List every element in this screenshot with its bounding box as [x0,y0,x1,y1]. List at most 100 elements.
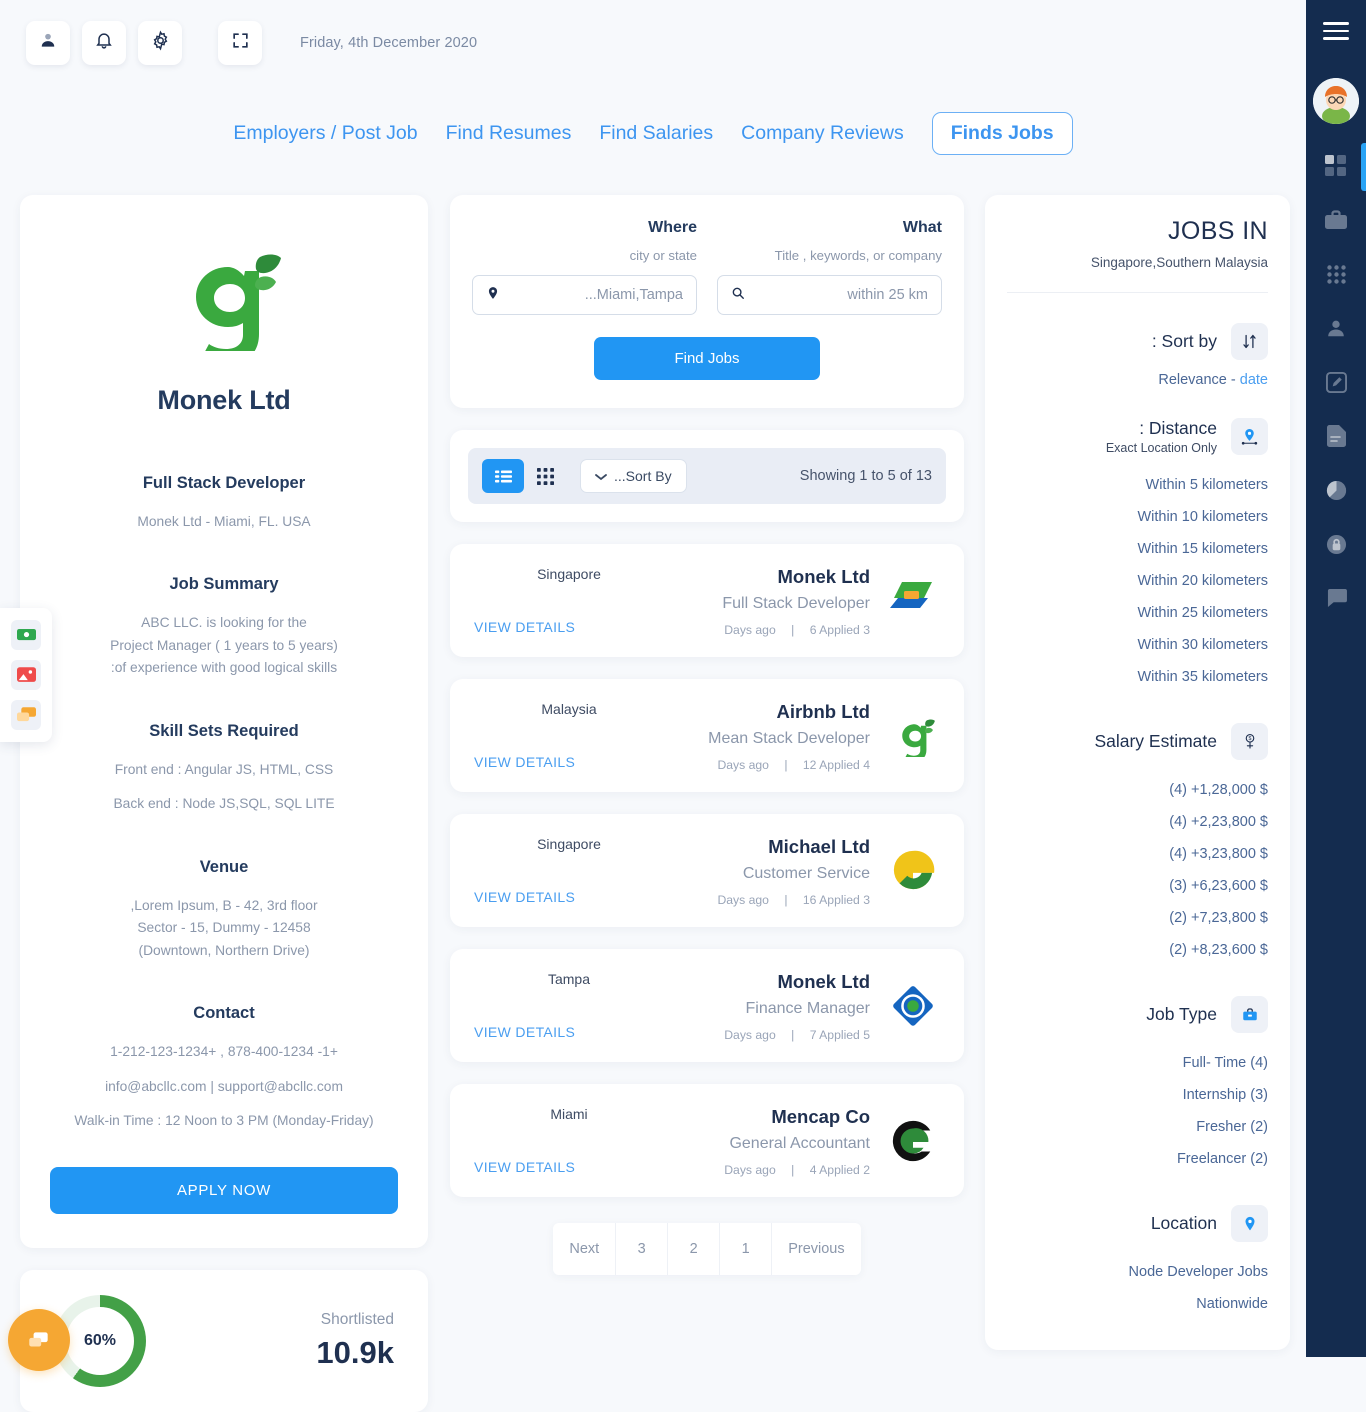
job-type-options: Full- Time (4) Internship (3) Fresher (2… [1007,1047,1268,1175]
job-summary-line: :of experience with good logical skills [110,660,338,676]
arrow-green-blue-logo [886,566,940,612]
shortlisted-card: 60% Shortlisted 10.9k [8,1269,428,1412]
list-item[interactable]: (4) +2,23,800 $ [1007,806,1268,838]
what-input[interactable]: within 25 km [717,275,942,315]
settings-button[interactable] [138,20,182,65]
chat-bubble-overlay[interactable] [8,1308,70,1371]
dashboard-icon[interactable] [1324,154,1348,178]
list-item[interactable]: Within 10 kilometers [1007,501,1268,533]
view-details-link[interactable]: VIEW DETAILS [474,1024,664,1040]
table-row[interactable]: Tampa VIEW DETAILS Monek Ltd Finance Man… [450,949,964,1062]
nav-find-resumes[interactable]: Find Resumes [446,122,572,145]
nav-find-salaries[interactable]: Find Salaries [599,122,713,145]
briefcase-icon[interactable] [1324,208,1348,232]
nav-employers-post-job[interactable]: Employers / Post Job [233,122,417,145]
salary-icon[interactable]: $ [1231,723,1268,760]
list-item[interactable]: Internship (3) [1007,1079,1268,1111]
table-row[interactable]: Singapore VIEW DETAILS Michael Ltd Custo… [450,814,964,927]
list-item[interactable]: Within 25 kilometers [1007,597,1268,629]
list-item[interactable]: Within 35 kilometers [1007,661,1268,693]
job-company: Monek Ltd [777,971,871,992]
job-company: Airbnb Ltd [776,701,870,722]
list-item[interactable]: Within 15 kilometers [1007,533,1268,565]
list-item[interactable]: (2) +7,23,800 $ [1007,902,1268,934]
job-applied: 12 Applied 4 [802,758,870,772]
notifications-button[interactable] [82,20,126,65]
apps-grid-icon[interactable] [1324,262,1348,286]
contact-title: Contact [193,1004,255,1023]
view-details-link[interactable]: VIEW DETAILS [474,619,664,635]
job-location: Singapore [537,566,601,582]
sort-by-dropdown[interactable]: ...Sort By [580,459,687,493]
view-details-link[interactable]: VIEW DETAILS [474,889,664,905]
sort-by-options[interactable]: Relevance - date [1007,372,1268,388]
pagination-page-1[interactable]: 1 [720,1223,773,1275]
shortlisted-stats: Shortlisted 10.9k [316,1311,394,1371]
nav-company-reviews[interactable]: Company Reviews [741,122,904,145]
view-details-link[interactable]: VIEW DETAILS [474,1159,664,1175]
grid-view-button[interactable] [524,459,566,493]
job-title: Mean Stack Developer [708,730,870,747]
user-button[interactable] [26,20,70,65]
sort-by-section: : Sort by Relevance - date [1007,323,1268,388]
chat-icon [16,706,36,721]
pagination-previous[interactable]: Previous [772,1223,861,1275]
green-g-leaf-logo [196,254,281,351]
what-input-value: within 25 km [847,287,928,303]
list-item[interactable]: (4) +3,23,800 $ [1007,838,1268,870]
list-item[interactable]: Full- Time (4) [1007,1047,1268,1079]
list-item[interactable]: Fresher (2) [1007,1111,1268,1143]
job-days: Days ago [717,758,769,772]
edit-icon[interactable] [1324,370,1348,394]
apply-now-button[interactable]: APPLY NOW [50,1166,398,1214]
list-item[interactable]: (4) +1,28,000 $ [1007,774,1268,806]
avatar[interactable] [1313,78,1359,124]
list-item[interactable]: Within 20 kilometers [1007,565,1268,597]
chat-icon[interactable] [1324,586,1348,610]
list-item[interactable]: Nationwide [1007,1288,1268,1320]
nav-finds-jobs[interactable]: Finds Jobs [931,112,1073,155]
job-title: Customer Service [742,865,870,882]
job-type-title: Job Type [1146,1004,1217,1024]
list-item[interactable]: Freelancer (2) [1007,1143,1268,1175]
money-widget-button[interactable] [11,620,41,650]
sort-arrows-icon[interactable] [1231,323,1268,360]
image-widget-button[interactable] [11,660,41,690]
pagination-page-2[interactable]: 2 [668,1223,721,1275]
lock-icon[interactable] [1324,532,1348,556]
floating-widget-bar [0,608,52,742]
briefcase-icon[interactable] [1231,996,1268,1033]
view-details-link[interactable]: VIEW DETAILS [474,754,664,770]
table-row[interactable]: Singapore VIEW DETAILS Monek Ltd Full St… [450,544,964,657]
pie-chart-icon[interactable] [1324,478,1348,502]
job-summary-line: Project Manager ( 1 years to 5 years) [110,637,338,653]
sort-date[interactable]: date [1240,372,1268,388]
location-section: Location Node Developer Jobs Nationwide [1007,1205,1268,1320]
list-item[interactable]: (2) +8,23,600 $ [1007,934,1268,966]
list-item[interactable]: Within 30 kilometers [1007,629,1268,661]
document-icon[interactable] [1324,424,1348,448]
contact-email: info@abcllc.com | support@abcllc.com [105,1078,343,1094]
list-item[interactable]: Node Developer Jobs [1007,1256,1268,1288]
job-title: Finance Manager [745,1000,870,1017]
skills-line: Front end : Angular JS, HTML, CSS [114,761,334,777]
list-item[interactable]: Within 5 kilometers [1007,469,1268,501]
svg-text:$: $ [1248,736,1251,742]
table-row[interactable]: Miami VIEW DETAILS Mencap Co General Acc… [450,1084,964,1197]
list-item[interactable]: (3) +6,23,600 $ [1007,870,1268,902]
pagination: Next 3 2 1 Previous [450,1223,964,1275]
table-row[interactable]: Malaysia VIEW DETAILS Airbnb Ltd Mean St… [450,679,964,792]
where-input[interactable]: ...Miami,Tampa [472,275,697,315]
fullscreen-button[interactable] [218,20,262,65]
chat-widget-button[interactable] [11,700,41,730]
find-jobs-button[interactable]: Find Jobs [594,337,820,380]
hamburger-icon[interactable] [1323,22,1349,40]
what-field-group: What Title , keywords, or company within… [717,219,942,315]
distance-pin-icon[interactable] [1231,418,1268,455]
where-sublabel: city or state [629,248,697,263]
pagination-page-3[interactable]: 3 [616,1223,669,1275]
map-pin-icon[interactable] [1231,1205,1268,1242]
pagination-next[interactable]: Next [553,1223,617,1275]
user-icon[interactable] [1324,316,1348,340]
list-view-button[interactable] [482,459,524,493]
